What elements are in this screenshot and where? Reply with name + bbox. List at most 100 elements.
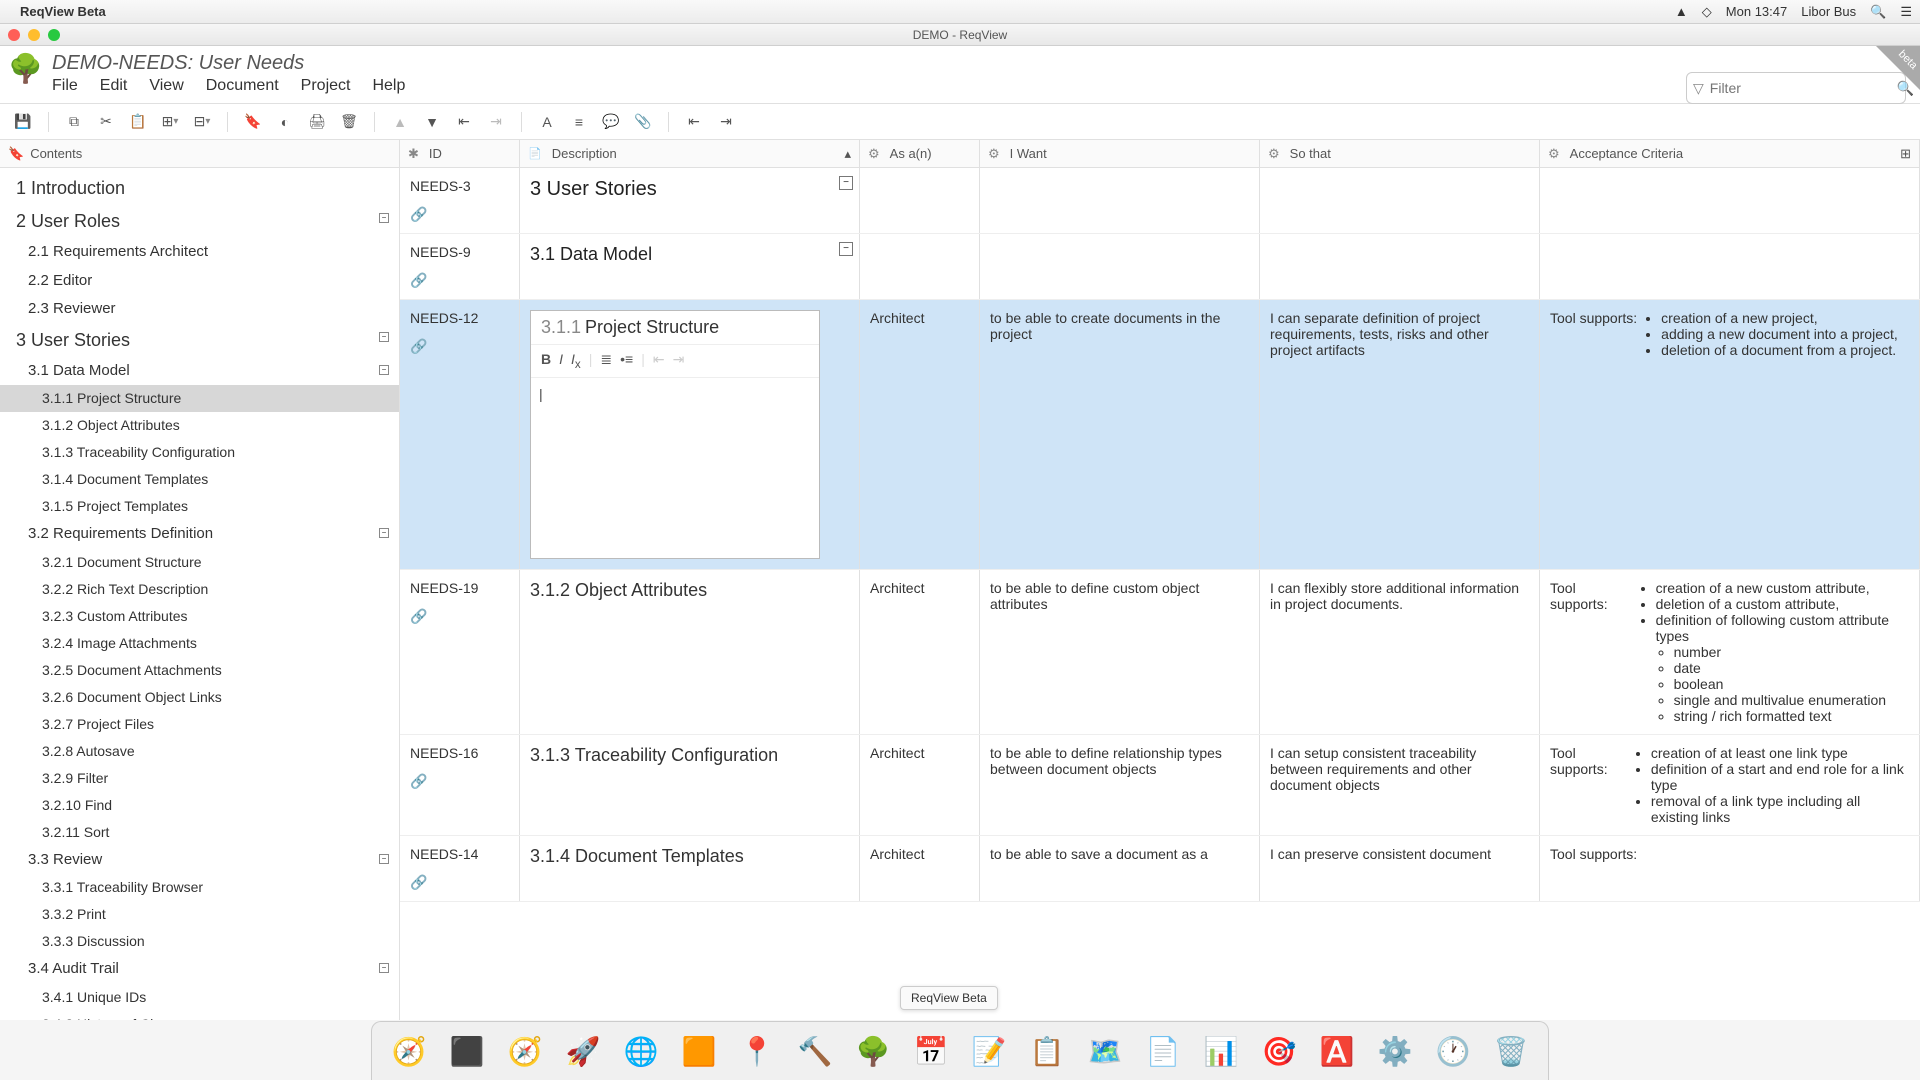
cell-acceptance[interactable]: Tool supports:creation of at least one l… [1540,735,1920,835]
menu-help[interactable]: Help [372,77,405,95]
spotlight-icon[interactable]: 🔍 [1870,4,1886,20]
cell-as[interactable]: Architect [860,836,980,901]
grid-body[interactable]: NEEDS-3🔗3 User Stories−NEEDS-9🔗3.1 Data … [400,168,1920,1020]
font-icon[interactable]: A [534,109,560,135]
tree-item[interactable]: 3.2.3 Custom Attributes [0,603,399,630]
collapse-icon[interactable]: − [379,213,389,223]
cell-acceptance[interactable] [1540,168,1920,233]
list-ol-icon[interactable]: ≣ [600,351,612,371]
dock-app-15[interactable]: 🎯 [1254,1026,1304,1076]
tree-item[interactable]: 3.2 Requirements Definition− [0,520,399,549]
col-as[interactable]: As a(n) [860,140,980,167]
cut-icon[interactable]: ✂ [93,109,119,135]
dock-app-3[interactable]: 🚀 [558,1026,608,1076]
cell-sothat[interactable]: I can preserve consistent document [1260,836,1540,901]
dock-app-8[interactable]: 🌳 [848,1026,898,1076]
link-icon[interactable]: 🔗 [410,773,427,790]
grid-row[interactable]: NEEDS-19🔗3.1.2 Object AttributesArchitec… [400,570,1920,735]
dock-app-14[interactable]: 📊 [1196,1026,1246,1076]
grid-row[interactable]: NEEDS-16🔗3.1.3 Traceability Configuratio… [400,735,1920,836]
tree-item[interactable]: 3.2.8 Autosave [0,738,399,765]
print-icon[interactable]: 🖨 [304,109,330,135]
menu-document[interactable]: Document [206,77,279,95]
bold-icon[interactable]: B [541,351,551,371]
collapse-icon[interactable]: − [379,365,389,375]
link-icon[interactable]: 🔗 [410,338,427,355]
cell-sothat[interactable] [1260,168,1540,233]
description-editor[interactable]: 3.1.1Project StructureBIIx|≣•≡|⇤⇥| [530,310,820,559]
tree-item[interactable]: 3.1.2 Object Attributes [0,412,399,439]
tree-item[interactable]: 2.3 Reviewer [0,295,399,324]
cell-description[interactable]: 3.1.3 Traceability Configuration [520,735,860,835]
link-icon[interactable]: 🔗 [410,206,427,223]
remove-icon[interactable]: ⊟▾ [189,109,215,135]
tree-item[interactable]: 3.2.4 Image Attachments [0,630,399,657]
goto-end-icon[interactable]: ⇥ [713,109,739,135]
cell-iwant[interactable]: to be able to save a document as a [980,836,1260,901]
trash-icon[interactable]: 🗑 [336,109,362,135]
collapse-icon[interactable]: − [839,242,853,256]
collapse-icon[interactable]: − [379,963,389,973]
menu-view[interactable]: View [149,77,183,95]
tree-item[interactable]: 3.1.4 Document Templates [0,466,399,493]
cell-iwant[interactable]: to be able to define custom object attri… [980,570,1260,734]
tree-item[interactable]: 3.2.1 Document Structure [0,549,399,576]
dock-app-9[interactable]: 📅 [906,1026,956,1076]
menu-file[interactable]: File [52,77,78,95]
dock-app-12[interactable]: 🗺️ [1080,1026,1130,1076]
collapse-icon[interactable]: − [379,854,389,864]
outdent-icon[interactable]: ⇤ [653,351,665,371]
menu-project[interactable]: Project [301,77,351,95]
align-icon[interactable]: ≡ [566,109,592,135]
dock-app-5[interactable]: 🟧 [674,1026,724,1076]
col-sothat[interactable]: So that [1260,140,1540,167]
tree-item[interactable]: 3.3.2 Print [0,901,399,928]
dock-app-2[interactable]: 🧭 [500,1026,550,1076]
dock-app-11[interactable]: 📋 [1022,1026,1072,1076]
cell-as[interactable] [860,234,980,299]
tag-icon[interactable]: 🔖 [240,109,266,135]
dock-app-18[interactable]: 🕐 [1428,1026,1478,1076]
dock-app-19[interactable]: 🗑️ [1486,1026,1536,1076]
italic-icon[interactable]: I [559,351,563,371]
cell-as[interactable]: Architect [860,735,980,835]
cell-as[interactable]: Architect [860,300,980,569]
cell-as[interactable]: Architect [860,570,980,734]
tree-item[interactable]: 1 Introduction [0,172,399,205]
cell-iwant[interactable] [980,234,1260,299]
tree-item[interactable]: 3.1.3 Traceability Configuration [0,439,399,466]
col-iwant[interactable]: I Want [980,140,1260,167]
list-ul-icon[interactable]: •≡ [620,351,633,371]
dock-app-16[interactable]: 🅰️ [1312,1026,1362,1076]
cell-sothat[interactable]: I can flexibly store additional informat… [1260,570,1540,734]
clear-format-icon[interactable]: Ix [571,351,581,371]
os-clock[interactable]: Mon 13:47 [1726,4,1787,19]
tree-item[interactable]: 3.2.9 Filter [0,765,399,792]
cell-acceptance[interactable]: Tool supports: [1540,836,1920,901]
goto-start-icon[interactable]: ⇤ [681,109,707,135]
dock-app-13[interactable]: 📄 [1138,1026,1188,1076]
cell-sothat[interactable]: I can separate definition of project req… [1260,300,1540,569]
cell-iwant[interactable]: to be able to create documents in the pr… [980,300,1260,569]
os-app-name[interactable]: ReqView Beta [20,4,106,19]
tree-item[interactable]: 3 User Stories− [0,324,399,357]
link-icon[interactable]: 🔗 [410,272,427,289]
cell-iwant[interactable] [980,168,1260,233]
col-description[interactable]: Description▴ [520,140,860,167]
tree-item[interactable]: 3.1.5 Project Templates [0,493,399,520]
cell-description[interactable]: 3.1 Data Model− [520,234,860,299]
grid-row[interactable]: NEEDS-9🔗3.1 Data Model− [400,234,1920,300]
dock-app-7[interactable]: 🔨 [790,1026,840,1076]
tree-item[interactable]: 3.1.1 Project Structure [0,385,399,412]
tree-item[interactable]: 3.2.6 Document Object Links [0,684,399,711]
cell-acceptance[interactable] [1540,234,1920,299]
col-acceptance[interactable]: Acceptance Criteria⊞ [1540,140,1920,167]
tree-item[interactable]: 2.1 Requirements Architect [0,238,399,267]
tree-item[interactable]: 3.4 Audit Trail− [0,955,399,984]
menu-icon[interactable]: ☰ [1900,4,1912,20]
dock-app-6[interactable]: 📍 [732,1026,782,1076]
copy-icon[interactable]: ⧉ [61,109,87,135]
dock-app-0[interactable]: 🧭 [384,1026,434,1076]
tree-item[interactable]: 3.3.3 Discussion [0,928,399,955]
indent-icon[interactable]: ⇥ [483,109,509,135]
